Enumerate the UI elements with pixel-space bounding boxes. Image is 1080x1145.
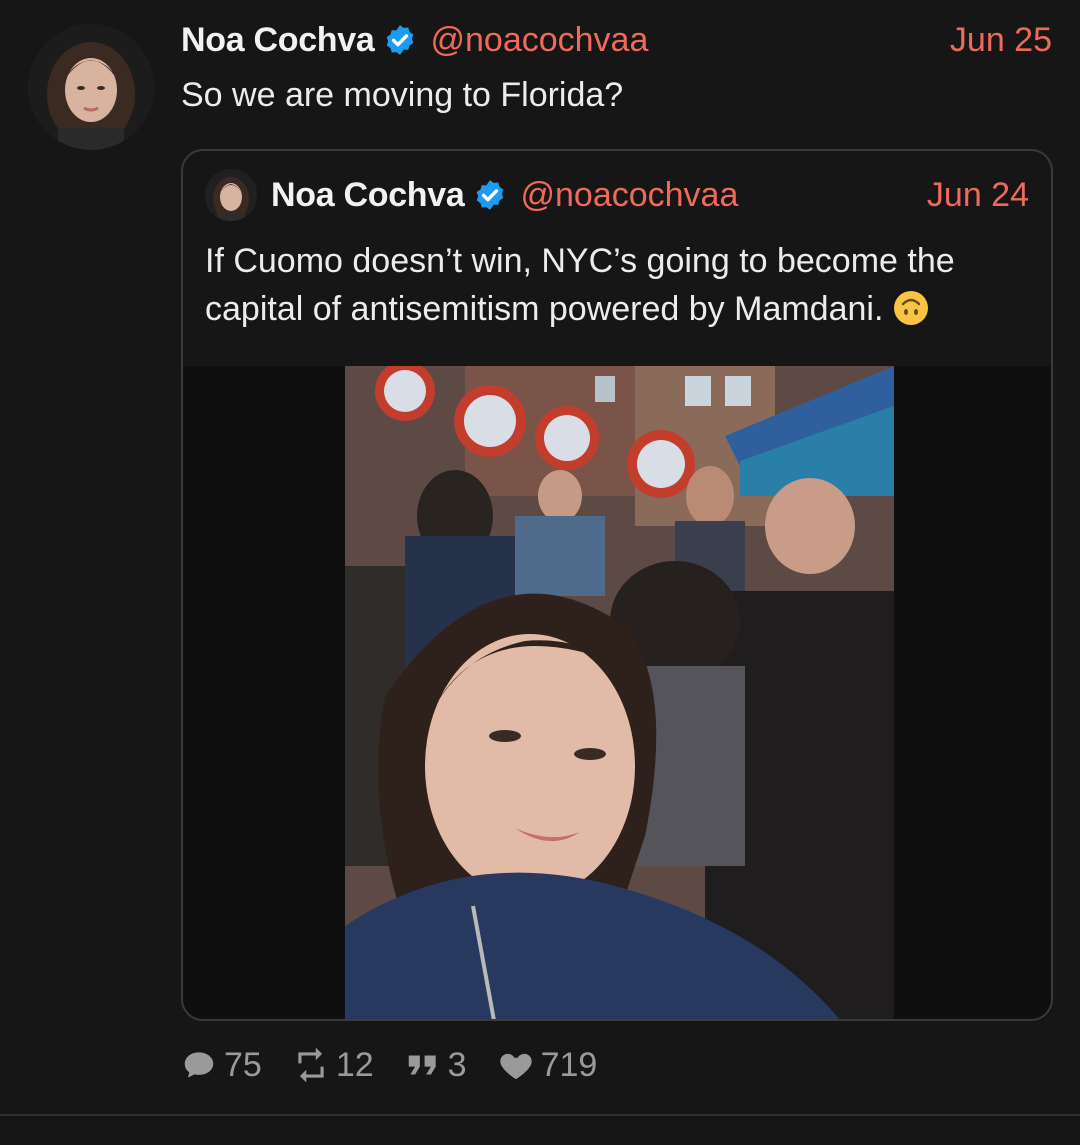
quoted-tweet[interactable]: Noa Cochva @noacochvaa Jun 24 If Cuomo d… <box>181 149 1053 1021</box>
author-name[interactable]: Noa Cochva <box>181 21 375 60</box>
divider <box>0 1114 1080 1116</box>
quoted-tweet-header: Noa Cochva @noacochvaa Jun 24 <box>205 169 1029 221</box>
quoted-author-name[interactable]: Noa Cochva <box>271 176 465 215</box>
quoted-tweet-photo[interactable] <box>345 366 894 1019</box>
quoted-verified-badge-icon <box>476 180 503 210</box>
heart-icon <box>499 1053 532 1080</box>
quoted-tweet-text: If Cuomo doesn’t win, NYC’s going to bec… <box>205 242 955 328</box>
tweet: Noa Cochva @noacochvaa Jun 25 So we are … <box>0 0 1080 1145</box>
reply-button[interactable]: 75 <box>180 1046 262 1085</box>
retweet-button[interactable]: 12 <box>292 1046 374 1085</box>
tweet-actions: 75 12 3 719 <box>180 1040 627 1090</box>
avatar-photo <box>28 24 154 150</box>
selfie-photo-illustration <box>345 366 894 1019</box>
retweet-icon <box>298 1047 324 1083</box>
media-container <box>183 366 1051 1019</box>
quote-icon <box>408 1055 436 1075</box>
quote-button[interactable]: 3 <box>404 1046 467 1085</box>
quoted-author-avatar[interactable] <box>205 169 257 221</box>
quoted-avatar-photo <box>205 169 257 221</box>
verified-badge-icon <box>386 25 413 55</box>
author-avatar[interactable] <box>28 24 154 150</box>
quoted-author-handle[interactable]: @noacochvaa <box>521 176 739 215</box>
like-button[interactable]: 719 <box>497 1045 598 1085</box>
quoted-tweet-text-block: If Cuomo doesn’t win, NYC’s going to bec… <box>205 237 1035 333</box>
quoted-tweet-date[interactable]: Jun 24 <box>927 176 1029 215</box>
upside-down-face-icon <box>893 291 928 325</box>
comment-icon <box>184 1052 214 1078</box>
tweet-date[interactable]: Jun 25 <box>950 21 1052 60</box>
like-count: 719 <box>540 1045 598 1084</box>
author-handle[interactable]: @noacochvaa <box>431 21 649 60</box>
retweet-count: 12 <box>335 1045 374 1084</box>
quote-count: 3 <box>447 1045 467 1084</box>
reply-count: 75 <box>224 1045 262 1084</box>
tweet-header: Noa Cochva @noacochvaa Jun 25 <box>181 18 1052 62</box>
tweet-text: So we are moving to Florida? <box>181 76 624 114</box>
